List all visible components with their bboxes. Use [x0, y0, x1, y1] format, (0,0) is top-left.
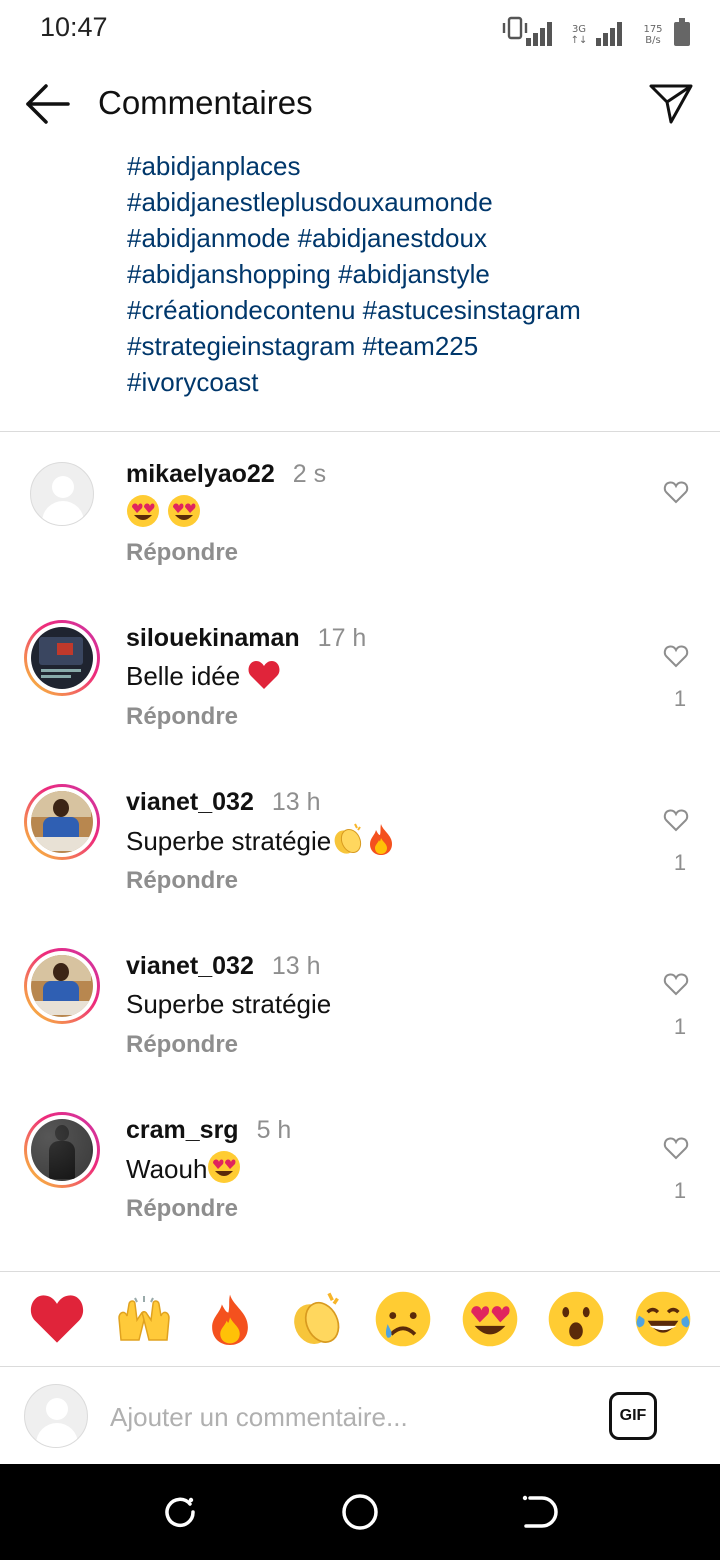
signal-icon — [526, 22, 552, 46]
data-arrows-icon: ↑↓ — [570, 35, 588, 46]
comment-header: vianet_032 13 h — [126, 950, 321, 982]
raising-hands-emoji[interactable] — [113, 1288, 175, 1350]
like-count: 1 — [673, 686, 687, 711]
status-bar: 10:47 3G ↑↓ 175 B/s — [0, 0, 720, 58]
status-icons: 3G ↑↓ 175 B/s — [526, 14, 690, 46]
fire-emoji[interactable] — [199, 1288, 261, 1350]
comment-time: 13 h — [271, 952, 321, 980]
sad-sweat-face-emoji[interactable] — [372, 1288, 434, 1350]
paper-plane-icon[interactable] — [648, 80, 694, 126]
arrow-left-icon[interactable] — [24, 82, 72, 126]
clapping-hands-emoji — [334, 823, 362, 854]
comment-input[interactable] — [110, 1397, 590, 1437]
page-title: Commentaires — [98, 84, 313, 121]
comment-text: Superbe stratégie — [126, 989, 332, 1019]
avatar[interactable] — [24, 948, 100, 1024]
post-caption: #abidjanplaces #abidjanestleplusdouxaumo… — [127, 148, 697, 400]
home-icon[interactable] — [340, 1492, 380, 1532]
comment-body: Belle idée — [126, 661, 248, 691]
heart-eyes-emoji — [208, 1151, 241, 1183]
avatar[interactable] — [24, 1112, 100, 1188]
comment-item: vianet_032 13 h Superbe stratégie Répondr… — [0, 924, 720, 1088]
comment-text: Belle idée — [126, 658, 281, 694]
clapping-hands-emoji[interactable] — [286, 1288, 348, 1350]
comment-username[interactable]: cram_srg — [126, 1116, 239, 1144]
avatar[interactable] — [30, 462, 94, 526]
avatar[interactable] — [24, 784, 100, 860]
system-nav-bar — [0, 1464, 720, 1560]
emoji-quick-bar — [0, 1272, 720, 1366]
surprised-face-emoji[interactable] — [545, 1288, 607, 1350]
heart-outline-icon[interactable] — [663, 972, 689, 996]
reply-button[interactable]: Répondre — [126, 703, 238, 731]
comment-composer: GIF — [0, 1367, 720, 1464]
comment-item: mikaelyao22 2 s Répondre — [0, 432, 720, 596]
hashtag-line[interactable]: #strategieinstagram #team225 — [127, 328, 697, 364]
avatar[interactable] — [24, 620, 100, 696]
reply-button[interactable]: Répondre — [126, 1195, 238, 1223]
comment-body: Waouh — [126, 1154, 208, 1184]
comment-item: silouekinaman 17 h Belle idée Répondre 1 — [0, 596, 720, 760]
comment-text: Superbe stratégie — [126, 822, 397, 859]
like-count: 1 — [673, 1014, 687, 1039]
comment-header: cram_srg 5 h — [126, 1114, 291, 1146]
comment-body: Superbe stratégie — [126, 826, 332, 856]
vibrate-icon — [502, 16, 528, 40]
heart-outline-icon[interactable] — [663, 644, 689, 668]
like-count: 1 — [673, 850, 687, 875]
heart-outline-icon[interactable] — [663, 808, 689, 832]
comment-header: vianet_032 13 h — [126, 786, 321, 818]
heart-eyes-emoji — [168, 495, 201, 527]
comment-time: 17 h — [317, 624, 367, 652]
hashtag-line[interactable]: #abidjanshopping #abidjanstyle — [127, 256, 697, 292]
tears-of-joy-emoji[interactable] — [632, 1288, 694, 1350]
hashtag-line[interactable]: #abidjanplaces — [127, 148, 697, 184]
hashtag-line[interactable]: #ivorycoast — [127, 364, 697, 400]
comment-time: 13 h — [271, 788, 321, 816]
red-heart-emoji[interactable] — [26, 1288, 88, 1350]
header: Commentaires — [0, 58, 720, 150]
network-label: 3G — [571, 24, 587, 35]
red-heart-emoji — [248, 661, 280, 689]
battery-icon — [674, 18, 690, 46]
speed-unit: B/s — [645, 35, 661, 46]
comment-username[interactable]: mikaelyao22 — [126, 460, 275, 488]
heart-eyes-emoji — [127, 495, 159, 527]
gif-button[interactable]: GIF — [609, 1392, 657, 1440]
fire-emoji — [370, 824, 393, 855]
avatar — [24, 1384, 88, 1448]
hashtag-line[interactable]: #abidjanmode #abidjanestdoux — [127, 220, 697, 256]
comment-item: cram_srg 5 h Waouh Répondre 1 — [0, 1088, 720, 1252]
comment-time: 2 s — [292, 460, 327, 488]
heart-outline-icon[interactable] — [663, 480, 689, 504]
status-time: 10:47 — [40, 12, 108, 42]
recent-apps-icon[interactable] — [160, 1492, 200, 1532]
network-type: 3G ↑↓ — [570, 24, 588, 46]
reply-button[interactable]: Répondre — [126, 867, 238, 895]
comment-username[interactable]: silouekinaman — [126, 624, 300, 652]
reply-button[interactable]: Répondre — [126, 539, 238, 567]
comment-text — [126, 494, 201, 531]
hashtag-line[interactable]: #abidjanestleplusdouxaumonde — [127, 184, 697, 220]
comment-text: Waouh — [126, 1150, 241, 1187]
comment-item: vianet_032 13 h Superbe stratégie Répondr… — [0, 760, 720, 924]
signal-icon-2 — [596, 22, 622, 46]
reply-button[interactable]: Répondre — [126, 1031, 238, 1059]
comment-header: silouekinaman 17 h — [126, 622, 366, 654]
network-speed: 175 B/s — [640, 24, 666, 46]
comment-time: 5 h — [256, 1116, 292, 1144]
comment-username[interactable]: vianet_032 — [126, 952, 254, 980]
speed-value: 175 — [643, 24, 663, 35]
comment-header: mikaelyao22 2 s — [126, 458, 326, 490]
comment-username[interactable]: vianet_032 — [126, 788, 254, 816]
heart-eyes-emoji[interactable] — [459, 1288, 521, 1350]
back-nav-icon[interactable] — [520, 1492, 560, 1532]
like-count: 1 — [673, 1178, 687, 1203]
hashtag-line[interactable]: #créationdecontenu #astucesinstagram — [127, 292, 697, 328]
heart-outline-icon[interactable] — [663, 1136, 689, 1160]
